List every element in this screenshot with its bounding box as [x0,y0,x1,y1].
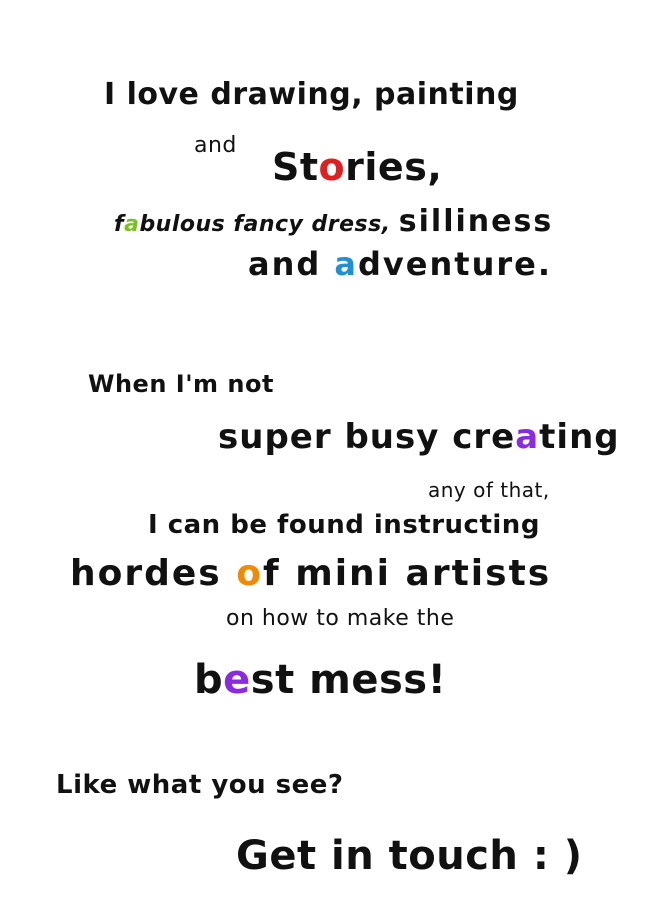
middle-line-2-before: super busy cre [218,417,516,457]
middle-line-7: best mess! [194,660,446,700]
intro-line-5-accent: a [334,245,359,283]
intro-line-1-text: I love drawing, painting [104,77,519,112]
intro-line-5-after: dventure. [358,245,552,283]
middle-line-6-text: on how to make the [226,606,455,631]
intro-line-3-accent: o [318,145,346,189]
intro-line-3-after: ries, [345,145,443,189]
middle-line-7-after: st mess! [250,657,447,703]
intro-line-5-before: and [248,245,335,283]
intro-line-4-emph: silliness [398,204,554,239]
middle-line-7-accent: e [223,657,251,703]
middle-line-3-text: any of that, [428,478,550,502]
intro-line-3: Stories, [272,148,442,186]
intro-line-4-before: f [114,212,125,237]
middle-line-7-before: b [194,657,224,703]
middle-line-6: on how to make the [226,608,454,630]
intro-line-1: I love drawing, painting [104,80,519,110]
intro-line-2: and [194,135,237,157]
intro-line-4-accent: a [124,212,140,237]
intro-line-4-after: bulous fancy dress, [139,212,391,237]
outro-line-2[interactable]: Get in touch : ) [236,836,583,876]
outro-line-1-text: Like what you see? [56,770,344,800]
middle-line-5-before: hordes [70,553,237,594]
middle-line-5-after: f mini artists [263,553,552,594]
middle-line-5: hordes of mini artists [70,556,551,592]
get-in-touch-text[interactable]: Get in touch : ) [236,833,583,879]
outro-line-1: Like what you see? [56,772,344,798]
middle-line-4-text: I can be found instructing [148,510,540,540]
middle-line-1: When I'm not [88,372,274,396]
middle-line-2-accent: a [515,417,540,457]
intro-line-2-text: and [194,133,237,158]
intro-line-3-before: St [272,145,319,189]
intro-line-5: and adventure. [248,248,552,280]
middle-line-3: any of that, [428,480,550,500]
middle-line-1-text: When I'm not [88,370,274,398]
middle-line-2: super busy creating [218,420,620,454]
intro-line-4: fabulous fancy dress, silliness [114,207,553,237]
middle-line-5-accent: o [236,553,263,594]
middle-line-4: I can be found instructing [148,512,540,538]
middle-line-2-after: ting [539,417,620,457]
